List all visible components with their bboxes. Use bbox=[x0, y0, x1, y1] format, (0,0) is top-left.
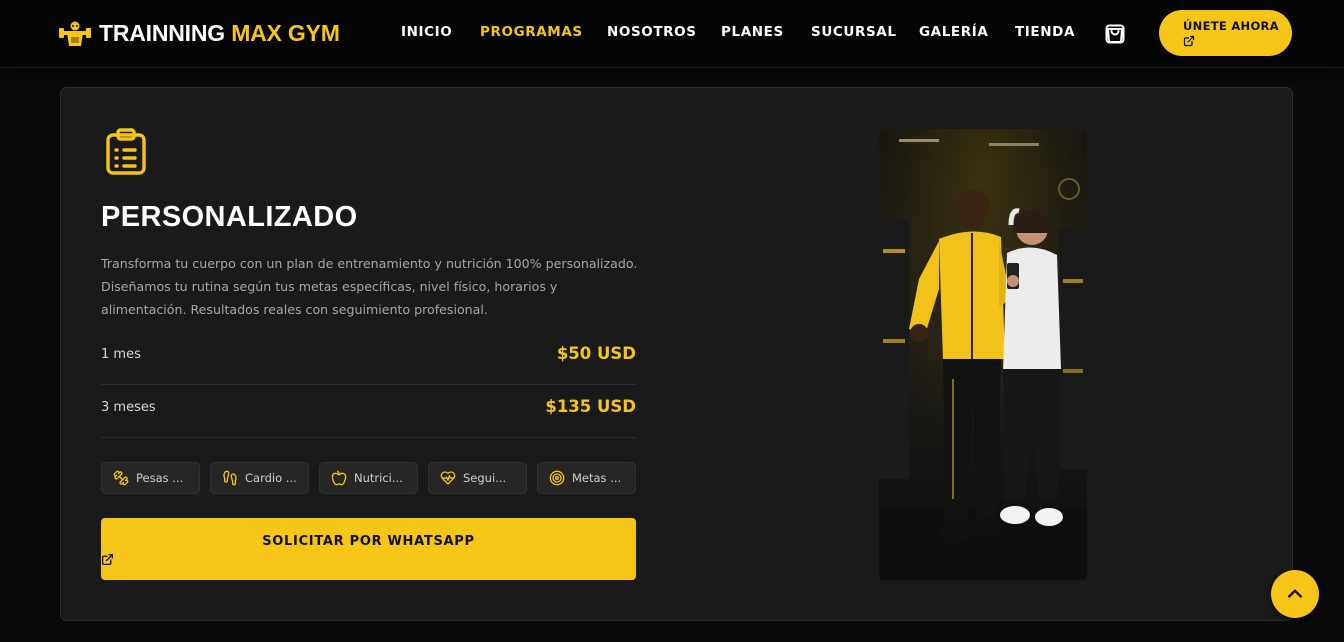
nav-item-nosotros[interactable]: NOSOTROS bbox=[607, 24, 697, 40]
brand-name-white: TRAINNING bbox=[99, 19, 225, 46]
nav-item-programas[interactable]: PROGRAMAS bbox=[480, 24, 583, 40]
nav-item-tienda[interactable]: TIENDA bbox=[1015, 24, 1075, 40]
brand-logo-link[interactable]: TRAINNING MAX GYM bbox=[59, 17, 340, 49]
top-navbar: TRAINNING MAX GYM INICIO PROGRAMAS NOSOT… bbox=[0, 0, 1344, 68]
feature-chip-nutricion: Nutrici... bbox=[319, 462, 418, 494]
nav-item-planes[interactable]: PLANES bbox=[721, 24, 784, 40]
feature-chips: Pesas ... Cardio ... Nutrici... Segui...… bbox=[101, 462, 636, 494]
dumbbell-icon bbox=[113, 470, 129, 486]
external-link-icon bbox=[101, 553, 114, 566]
join-now-label: ÚNETE AHORA bbox=[1183, 19, 1279, 33]
shopping-bag-icon[interactable] bbox=[1103, 22, 1127, 46]
heart-pulse-icon bbox=[440, 471, 456, 485]
feature-chip-label: Cardio ... bbox=[245, 471, 297, 485]
feature-chip-label: Metas ... bbox=[572, 471, 622, 485]
brand-name-yellow: MAX GYM bbox=[231, 19, 340, 46]
feature-chip-pesas: Pesas ... bbox=[101, 462, 200, 494]
request-whatsapp-button[interactable]: SOLICITAR POR WHATSAPP bbox=[101, 518, 636, 580]
clipboard-list-icon bbox=[106, 128, 146, 175]
footprints-icon bbox=[223, 470, 237, 486]
feature-chip-seguimiento: Segui... bbox=[428, 462, 527, 494]
program-title: PERSONALIZADO bbox=[101, 201, 358, 233]
program-description: Transforma tu cuerpo con un plan de entr… bbox=[101, 256, 638, 317]
feature-chip-label: Nutrici... bbox=[354, 471, 403, 485]
price-row: 1 mes $50 USD bbox=[101, 332, 636, 385]
chevron-up-icon bbox=[1288, 589, 1302, 598]
feature-chip-label: Pesas ... bbox=[136, 471, 184, 485]
trainer-and-client-photo bbox=[879, 129, 1087, 580]
request-whatsapp-label: SOLICITAR POR WHATSAPP bbox=[262, 534, 475, 549]
apple-icon bbox=[331, 470, 347, 486]
external-link-icon bbox=[1183, 35, 1195, 47]
price-row: 3 meses $135 USD bbox=[101, 385, 636, 438]
brand-name: TRAINNING MAX GYM bbox=[99, 20, 340, 47]
nav-item-inicio[interactable]: INICIO bbox=[401, 24, 452, 40]
feature-chip-cardio: Cardio ... bbox=[210, 462, 309, 494]
target-icon bbox=[549, 470, 565, 486]
nav-item-sucursal[interactable]: SUCURSAL bbox=[811, 24, 897, 40]
bodybuilder-logo-icon bbox=[59, 21, 91, 46]
price-amount: $135 USD bbox=[545, 397, 636, 416]
join-now-button[interactable]: ÚNETE AHORA bbox=[1159, 10, 1292, 56]
scroll-to-top-button[interactable] bbox=[1271, 570, 1319, 618]
feature-chip-label: Segui... bbox=[463, 471, 507, 485]
price-duration: 3 meses bbox=[101, 400, 156, 415]
price-duration: 1 mes bbox=[101, 347, 141, 362]
price-amount: $50 USD bbox=[556, 344, 636, 363]
feature-chip-metas: Metas ... bbox=[537, 462, 636, 494]
nav-item-galeria[interactable]: GALERÍA bbox=[919, 24, 988, 40]
